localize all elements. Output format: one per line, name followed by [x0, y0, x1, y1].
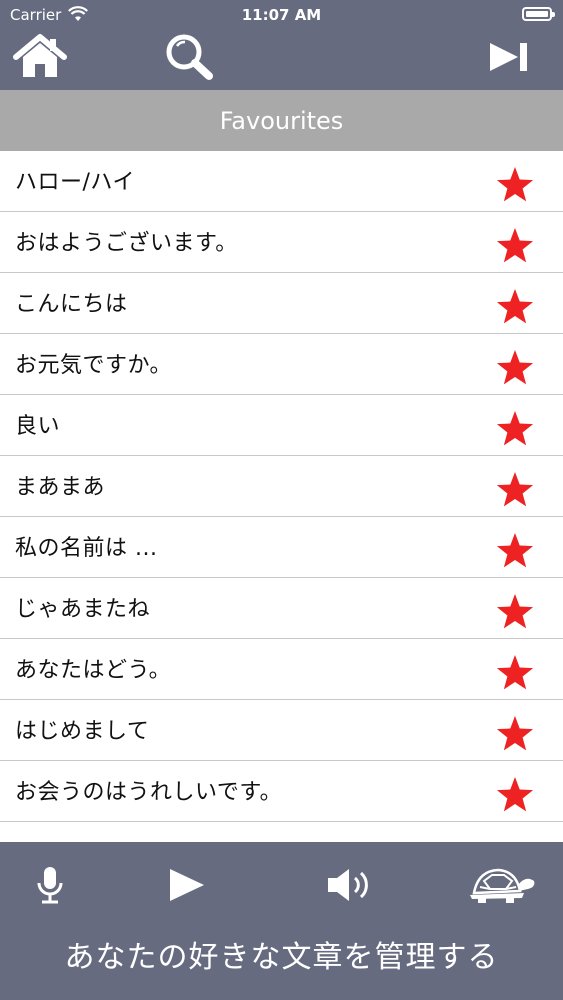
favourite-star-icon[interactable] [495, 409, 535, 449]
skip-next-icon [490, 43, 527, 71]
phrase-text: こんにちは [15, 292, 128, 317]
slow-speed-button[interactable] [465, 860, 540, 910]
list-item[interactable]: こんにちは [0, 273, 563, 334]
record-button[interactable] [20, 860, 80, 910]
list-item[interactable]: おはようございます。 [0, 212, 563, 273]
favourite-star-icon[interactable] [495, 653, 535, 693]
phrase-text: あなたはどう。 [15, 658, 172, 683]
list-item[interactable]: あなたはどう。 [0, 639, 563, 700]
status-bar: Carrier 11:07 AM [0, 0, 563, 30]
search-icon [166, 34, 213, 80]
favourite-star-icon[interactable] [495, 470, 535, 510]
microphone-icon [37, 867, 63, 904]
list-item[interactable]: はじめまして [0, 700, 563, 761]
list-item[interactable]: ハロー/ハイ [0, 151, 563, 212]
favourite-star-icon[interactable] [495, 775, 535, 815]
list-item[interactable]: お元気ですか。 [0, 334, 563, 395]
favourite-star-icon[interactable] [495, 592, 535, 632]
phrase-text: じゃあまたね [15, 597, 151, 622]
favourite-star-icon[interactable] [495, 226, 535, 266]
phrase-text: はじめまして [15, 719, 150, 744]
home-button[interactable] [10, 30, 70, 84]
favourite-star-icon[interactable] [495, 287, 535, 327]
phrase-text: 私の名前は ... [15, 536, 158, 561]
speaker-button[interactable] [320, 860, 380, 910]
favourite-star-icon[interactable] [495, 714, 535, 754]
favourites-list: ハロー/ハイおはようございます。 こんにちはお元気ですか。 良いまあまあ私の名前は … [0, 151, 563, 822]
turtle-icon [469, 868, 534, 903]
play-icon [170, 869, 204, 901]
battery-icon [522, 7, 555, 21]
caption-text: あなたの好きな文章を管理する [64, 940, 499, 975]
list-item[interactable]: じゃあまたね [0, 578, 563, 639]
search-button[interactable] [160, 30, 220, 84]
skip-next-button[interactable] [479, 30, 539, 84]
top-bar: Carrier 11:07 AM [0, 0, 563, 90]
home-icon [13, 34, 67, 77]
phrase-text: お元気ですか。 [15, 353, 173, 378]
list-item[interactable]: 良い [0, 395, 563, 456]
page-title-text: Favourites [219, 106, 344, 135]
list-item[interactable]: 私の名前は ... [0, 517, 563, 578]
phrase-text: 良い [15, 414, 61, 439]
bottom-bar: あなたの好きな文章を管理する [0, 842, 563, 1000]
phrase-text: おはようございます。 [15, 231, 238, 256]
favourite-star-icon[interactable] [495, 165, 535, 205]
list-item[interactable]: まあまあ [0, 456, 563, 517]
phrase-text: まあまあ [15, 475, 106, 500]
phrase-text: ハロー/ハイ [15, 170, 135, 195]
phrase-text: お会うのはうれしいです。 [15, 780, 283, 805]
clock: 11:07 AM [241, 6, 322, 24]
play-button[interactable] [157, 860, 217, 910]
favourite-star-icon[interactable] [495, 348, 535, 388]
favourite-star-icon[interactable] [495, 531, 535, 571]
list-item[interactable]: お会うのはうれしいです。 [0, 761, 563, 822]
speaker-icon [328, 869, 368, 901]
page-title: Favourites [0, 90, 563, 151]
